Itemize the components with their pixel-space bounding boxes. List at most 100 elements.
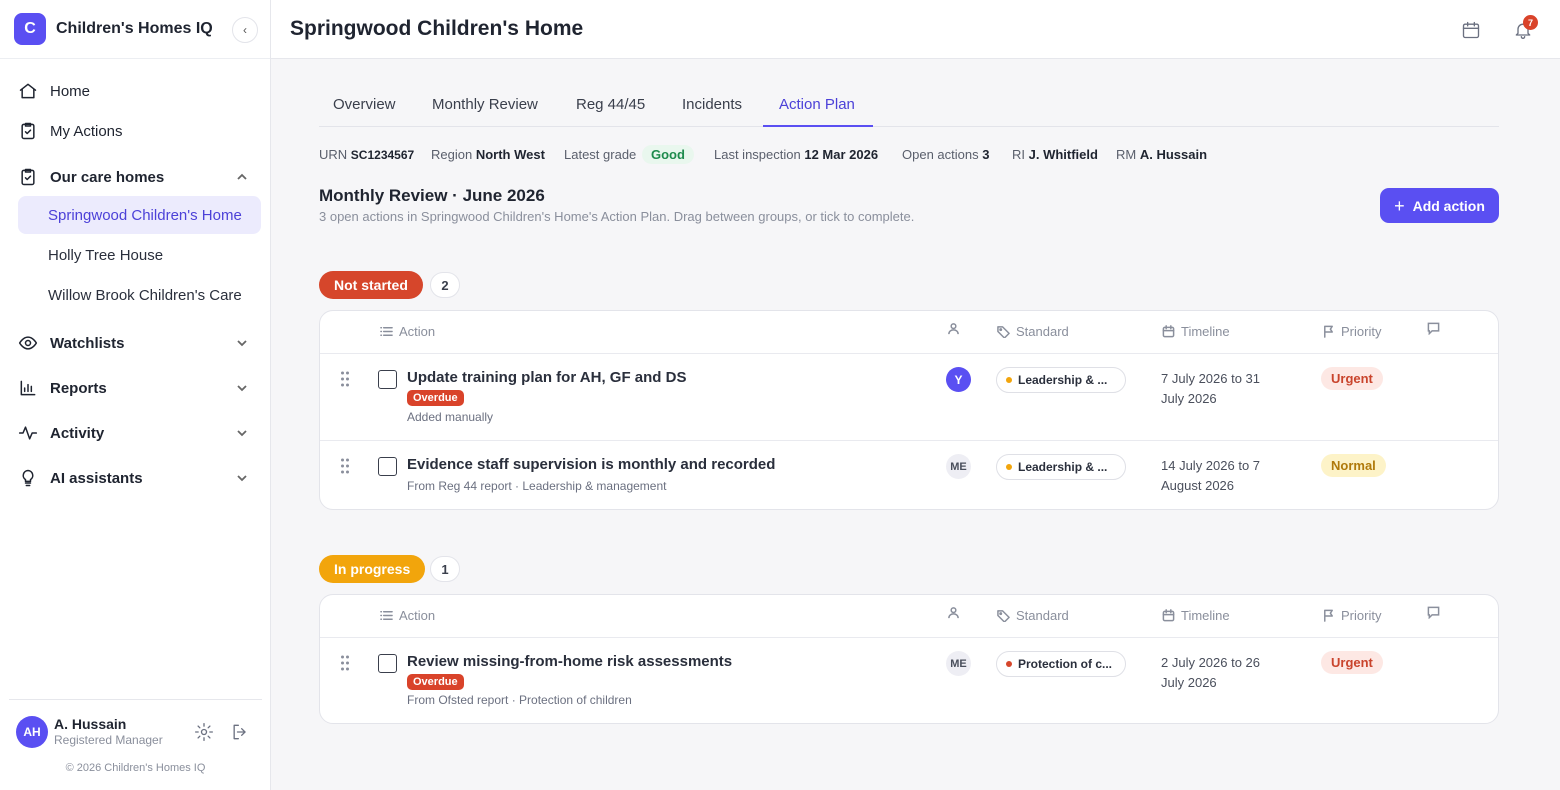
group-count: 1 xyxy=(430,556,460,582)
sidebar-item-springwood[interactable]: Springwood Children's Home xyxy=(18,196,261,234)
column-timeline: Timeline xyxy=(1162,608,1230,623)
avatar[interactable]: AH xyxy=(16,716,48,748)
home-icon xyxy=(19,83,37,99)
add-action-button[interactable]: + Add action xyxy=(1380,188,1499,223)
nav-our-care-homes[interactable]: Our care homes xyxy=(18,167,164,187)
tab-action-plan[interactable]: Action Plan xyxy=(779,96,855,113)
nav-ai-assistants-label: AI assistants xyxy=(50,469,143,487)
avatar[interactable]: ME xyxy=(946,651,971,676)
column-action: Action xyxy=(380,608,435,623)
user-name: A. Hussain xyxy=(54,716,127,732)
priority-badge[interactable]: Normal xyxy=(1321,454,1386,477)
sidebar: C Children's Homes IQ ‹ Home My Actions … xyxy=(0,0,271,790)
column-priority: Priority xyxy=(1322,608,1381,623)
avatar[interactable]: Y xyxy=(946,367,971,392)
nav-my-actions[interactable]: My Actions xyxy=(18,121,123,141)
complete-checkbox[interactable] xyxy=(378,654,397,673)
chevron-up-icon[interactable] xyxy=(236,171,248,183)
flag-icon xyxy=(1324,609,1333,622)
collapse-sidebar-button[interactable]: ‹ xyxy=(232,17,258,43)
page-title: Springwood Children's Home xyxy=(290,17,584,40)
nav-activity[interactable]: Activity xyxy=(18,423,104,443)
sidebar-item-holly-tree[interactable]: Holly Tree House xyxy=(18,236,261,274)
action-source: From Reg 44 report · Leadership & manage… xyxy=(407,479,667,493)
chevron-down-icon[interactable] xyxy=(236,427,248,439)
action-title[interactable]: Review missing-from-home risk assessment… xyxy=(407,653,732,670)
tab-reg-44-45[interactable]: Reg 44/45 xyxy=(576,96,645,113)
active-tab-indicator xyxy=(763,125,873,127)
user-icon xyxy=(948,607,959,619)
group-not-started[interactable]: Not started xyxy=(319,271,423,299)
meta-grade-label: Latest grade xyxy=(564,147,637,162)
user-icon xyxy=(948,323,959,335)
meta-urn: URN SC1234567 xyxy=(319,147,415,162)
review-title: Monthly Review · June 2026 xyxy=(319,186,545,205)
add-action-label: Add action xyxy=(1412,197,1485,214)
calendar-icon[interactable] xyxy=(1461,20,1481,40)
meta-region: Region North West xyxy=(431,147,545,162)
app-name: Children's Homes IQ xyxy=(56,20,213,37)
logout-icon[interactable] xyxy=(230,722,250,742)
tag-icon xyxy=(997,610,1010,622)
nav-reports[interactable]: Reports xyxy=(18,378,107,398)
chevron-down-icon[interactable] xyxy=(236,382,248,394)
calendar-icon xyxy=(1162,325,1175,338)
chevron-down-icon[interactable] xyxy=(236,337,248,349)
nav-our-care-homes-label: Our care homes xyxy=(50,168,165,186)
status-dot xyxy=(1006,377,1012,383)
lightbulb-icon xyxy=(22,469,34,487)
eye-icon xyxy=(18,336,38,350)
nav-ai-assistants[interactable]: AI assistants xyxy=(18,468,143,488)
flag-icon xyxy=(1324,325,1333,338)
nav-watchlists-label: Watchlists xyxy=(50,334,125,352)
status-dot xyxy=(1006,464,1012,470)
table-header: Action Standard Timeline Priority xyxy=(320,311,1498,354)
tab-overview[interactable]: Overview xyxy=(333,96,396,113)
group-count: 2 xyxy=(430,272,460,298)
activity-icon xyxy=(18,426,38,440)
standard-chip[interactable]: Leadership & ... xyxy=(996,454,1126,480)
user-role: Registered Manager xyxy=(54,733,163,747)
group-in-progress[interactable]: In progress xyxy=(319,555,426,583)
tab-monthly-review[interactable]: Monthly Review xyxy=(432,96,538,113)
clipboard-check-icon xyxy=(21,168,35,186)
column-standard: Standard xyxy=(997,324,1069,339)
standard-chip[interactable]: Protection of c... xyxy=(996,651,1126,677)
complete-checkbox[interactable] xyxy=(378,457,397,476)
priority-badge[interactable]: Urgent xyxy=(1321,651,1383,674)
priority-badge[interactable]: Urgent xyxy=(1321,367,1383,390)
meta-inspection: Last inspection 12 Mar 2026 xyxy=(714,147,879,162)
list-icon xyxy=(380,327,393,336)
drag-handle-icon[interactable] xyxy=(340,655,350,671)
table-header: Action Standard Timeline Priority xyxy=(320,595,1498,638)
nav-watchlists[interactable]: Watchlists xyxy=(18,333,124,353)
avatar[interactable]: ME xyxy=(946,454,971,479)
brand: C Children's Homes IQ xyxy=(0,0,270,59)
list-icon xyxy=(380,611,393,620)
action-title[interactable]: Evidence staff supervision is monthly an… xyxy=(407,456,775,473)
sidebar-item-willow-brook[interactable]: Willow Brook Children's Care xyxy=(18,276,261,314)
table-row[interactable]: Update training plan for AH, GF and DS O… xyxy=(320,354,1498,441)
table-row[interactable]: Evidence staff supervision is monthly an… xyxy=(320,441,1498,510)
column-standard: Standard xyxy=(997,608,1069,623)
column-priority: Priority xyxy=(1322,324,1381,339)
nav-home[interactable]: Home xyxy=(18,81,90,101)
action-title[interactable]: Update training plan for AH, GF and DS xyxy=(407,369,686,386)
complete-checkbox[interactable] xyxy=(378,370,397,389)
tab-bar: Overview Monthly Review Reg 44/45 Incide… xyxy=(319,85,1499,127)
notification-count-badge: 7 xyxy=(1523,15,1538,30)
tab-incidents[interactable]: Incidents xyxy=(682,96,742,113)
standard-chip[interactable]: Leadership & ... xyxy=(996,367,1126,393)
app-logo: C xyxy=(14,13,46,45)
nav-activity-label: Activity xyxy=(50,424,105,442)
comment-icon xyxy=(1427,606,1440,619)
bar-chart-icon xyxy=(20,380,36,396)
drag-handle-icon[interactable] xyxy=(340,458,350,474)
gear-icon[interactable] xyxy=(194,722,214,742)
meta-rm: RM A. Hussain xyxy=(1116,147,1208,162)
table-row[interactable]: Review missing-from-home risk assessment… xyxy=(320,638,1498,724)
chevron-down-icon[interactable] xyxy=(236,472,248,484)
nav-my-actions-label: My Actions xyxy=(50,122,123,140)
plus-icon: + xyxy=(1394,195,1405,216)
drag-handle-icon[interactable] xyxy=(340,371,350,387)
